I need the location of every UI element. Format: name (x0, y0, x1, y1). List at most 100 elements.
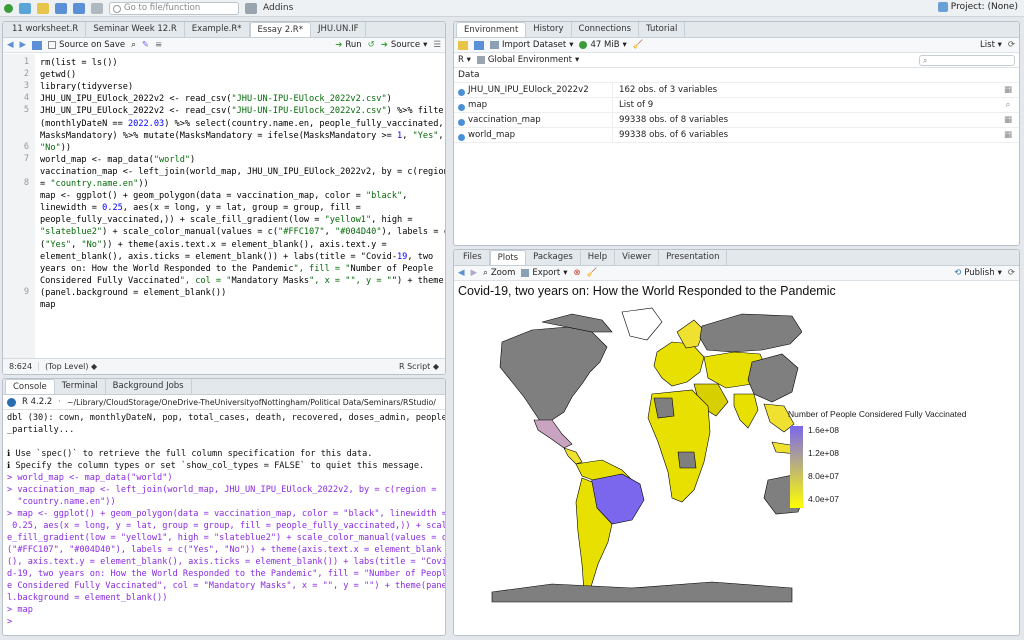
env-row[interactable]: JHU_UN_IPU_EUlock_2022v2 162 obs. of 3 va… (454, 83, 1019, 98)
env-tab-environment[interactable]: Environment (456, 22, 527, 37)
env-row[interactable]: vaccination_map 99338 obs. of 8 variables… (454, 113, 1019, 128)
plots-tabs: Files Plots Packages Help Viewer Presentation (454, 250, 1019, 266)
search-icon[interactable]: ⌕ (997, 100, 1019, 110)
code-line[interactable]: getwd() (40, 69, 76, 81)
plot-tab-presentation[interactable]: Presentation (659, 250, 728, 265)
run-button[interactable]: ➔ Run (335, 40, 361, 50)
env-tab-tutorial[interactable]: Tutorial (639, 22, 686, 37)
lines-icon[interactable]: ≡ (155, 40, 162, 50)
load-workspace-icon[interactable] (458, 40, 468, 50)
plot-tab-files[interactable]: Files (456, 250, 490, 265)
env-tab-connections[interactable]: Connections (572, 22, 640, 37)
print-icon[interactable] (91, 2, 103, 14)
new-file-icon[interactable] (4, 3, 13, 13)
environment-search-input[interactable]: ⌕ (919, 54, 1015, 66)
rerun-icon[interactable]: ↺ (368, 40, 375, 50)
working-directory[interactable]: ~/Library/CloudStorage/OneDrive-TheUnive… (67, 398, 436, 407)
code-line[interactable]: JHU_UN_IPU_EUlock_2022v2 <- read_csv("JH… (40, 105, 445, 117)
console-tab-background-jobs[interactable]: Background Jobs (106, 379, 192, 394)
code-line[interactable]: linewidth = 0.25, aes(x = long, y = lat,… (40, 202, 361, 214)
code-line[interactable]: Considered Fully Vaccinated", col = "Man… (40, 275, 444, 287)
code-line[interactable]: element_blank(), axis.ticks = element_bl… (40, 251, 433, 263)
addins-menu[interactable]: Addins (263, 3, 293, 13)
code-line[interactable]: world_map <- map_data("world") (40, 154, 195, 166)
code-line[interactable]: "No")) (40, 142, 71, 154)
code-line[interactable]: rm(list = ls()) (40, 57, 118, 69)
console-output[interactable]: dbl (30): cown, monthlyDateN, pop, total… (7, 412, 445, 628)
editor-tab-essay-2-r[interactable]: Essay 2.R* (249, 22, 311, 37)
code-line[interactable]: library(tidyverse) (40, 81, 133, 93)
code-line[interactable]: vaccination_map <- left_join(world_map, … (40, 166, 445, 178)
memory-usage[interactable]: 47 MiB ▾ (579, 40, 627, 50)
expand-icon[interactable] (458, 104, 465, 111)
plot-tab-viewer[interactable]: Viewer (615, 250, 660, 265)
back-icon[interactable]: ◀ (7, 40, 14, 50)
project-menu[interactable]: Project: (None) (937, 2, 1018, 12)
table-icon[interactable]: ▦ (997, 115, 1019, 125)
editor-tab-jhu-un-if[interactable]: JHU.UN.IF (311, 22, 367, 37)
console-tab-console[interactable]: Console (5, 379, 55, 394)
console-tab-terminal[interactable]: Terminal (55, 379, 106, 394)
code-line[interactable]: map <- ggplot() + geom_polygon(data = va… (40, 190, 407, 202)
list-view-menu[interactable]: List ▾ (980, 40, 1002, 50)
env-row[interactable]: world_map 99338 obs. of 6 variables ▦ (454, 128, 1019, 143)
expand-icon[interactable] (458, 119, 465, 126)
code-line[interactable]: = "country.name.en")) (40, 178, 149, 190)
save-file-icon[interactable] (32, 40, 43, 50)
expand-icon[interactable] (458, 134, 465, 141)
code-line[interactable]: (monthlyDateN == 2022.03) %>% select(cou… (40, 118, 444, 130)
new-project-icon[interactable] (19, 2, 31, 14)
code-text[interactable]: rm(list = ls()) getwd() library(tidyverse)… (40, 54, 445, 374)
source-button[interactable]: ➜ Source ▾ (381, 40, 428, 50)
wand-icon[interactable]: ✎ (142, 40, 149, 50)
plot-tab-packages[interactable]: Packages (526, 250, 581, 265)
code-line[interactable]: "slateblue2") + scale_color_manual(value… (40, 226, 445, 238)
plot-tab-help[interactable]: Help (581, 250, 616, 265)
refresh-plot-icon[interactable]: ⟳ (1008, 268, 1015, 278)
env-tab-history[interactable]: History (526, 22, 572, 37)
zoom-button[interactable]: ⌕ Zoom (483, 268, 515, 278)
outline-icon[interactable]: ☰ (433, 40, 441, 50)
grid-icon[interactable] (245, 2, 257, 14)
zoom-icon: ⌕ (483, 268, 488, 278)
env-row[interactable]: map List of 9 ⌕ (454, 98, 1019, 113)
code-line[interactable]: people_fully_vaccinated,)) + scale_fill_… (40, 214, 413, 226)
code-editor[interactable]: 1 2345 67 8 9 rm(list = ls()) getwd() library(… (3, 54, 445, 374)
table-icon[interactable]: ▦ (997, 85, 1019, 95)
code-line[interactable]: map (40, 299, 56, 311)
editor-tab-seminar-week-12-r[interactable]: Seminar Week 12.R (86, 22, 185, 37)
code-line[interactable]: MasksMandatory) %>% mutate(MasksMandator… (40, 130, 444, 142)
table-icon[interactable]: ▦ (997, 130, 1019, 140)
save-icon[interactable] (55, 2, 67, 14)
clear-plots-icon[interactable]: 🧹 (587, 268, 598, 278)
plot-tab-plots[interactable]: Plots (489, 250, 527, 265)
goto-file-input[interactable]: Go to file/function (109, 1, 239, 15)
refresh-icon[interactable]: ⟳ (1008, 40, 1015, 50)
source-on-save-checkbox[interactable]: Source on Save (48, 40, 125, 50)
code-line[interactable]: JHU_UN_IPU_EUlock_2022v2 <- read_csv("JH… (40, 93, 392, 105)
code-line[interactable]: ("Yes", "No")) + theme(axis.text.x = ele… (40, 239, 387, 251)
prev-plot-icon[interactable]: ◀ (458, 268, 465, 278)
file-type-menu[interactable]: R Script ◆ (393, 362, 445, 371)
save-workspace-icon[interactable] (474, 40, 484, 50)
import-dataset-button[interactable]: Import Dataset ▾ (490, 40, 573, 50)
code-line[interactable]: years on: How the World Responded to the… (40, 263, 433, 275)
next-plot-icon[interactable]: ▶ (471, 268, 478, 278)
code-line[interactable]: (panel.background = element_blank()) (40, 287, 226, 299)
language-menu[interactable]: R ▾ (458, 55, 471, 65)
search-icon[interactable]: ⌕ (131, 40, 136, 50)
forward-icon[interactable]: ▶ (20, 40, 27, 50)
remove-plot-icon[interactable]: ⊗ (573, 268, 580, 278)
broom-icon[interactable]: 🧹 (633, 40, 644, 50)
legend-tick-label: 8.0e+07 (808, 471, 839, 481)
export-button[interactable]: Export ▾ (521, 268, 567, 278)
editor-tab-example-r[interactable]: Example.R* (185, 22, 250, 37)
publish-button[interactable]: ⟲ Publish ▾ (954, 268, 1002, 278)
editor-tab-11-worksheet-r[interactable]: 11 worksheet.R (5, 22, 87, 37)
scope-menu-env[interactable]: Global Environment ▾ (476, 55, 579, 65)
open-file-icon[interactable] (37, 2, 49, 14)
scope-menu[interactable]: (Top Level) ◆ (39, 362, 103, 371)
save-all-icon[interactable] (73, 2, 85, 14)
expand-icon[interactable] (458, 89, 465, 96)
